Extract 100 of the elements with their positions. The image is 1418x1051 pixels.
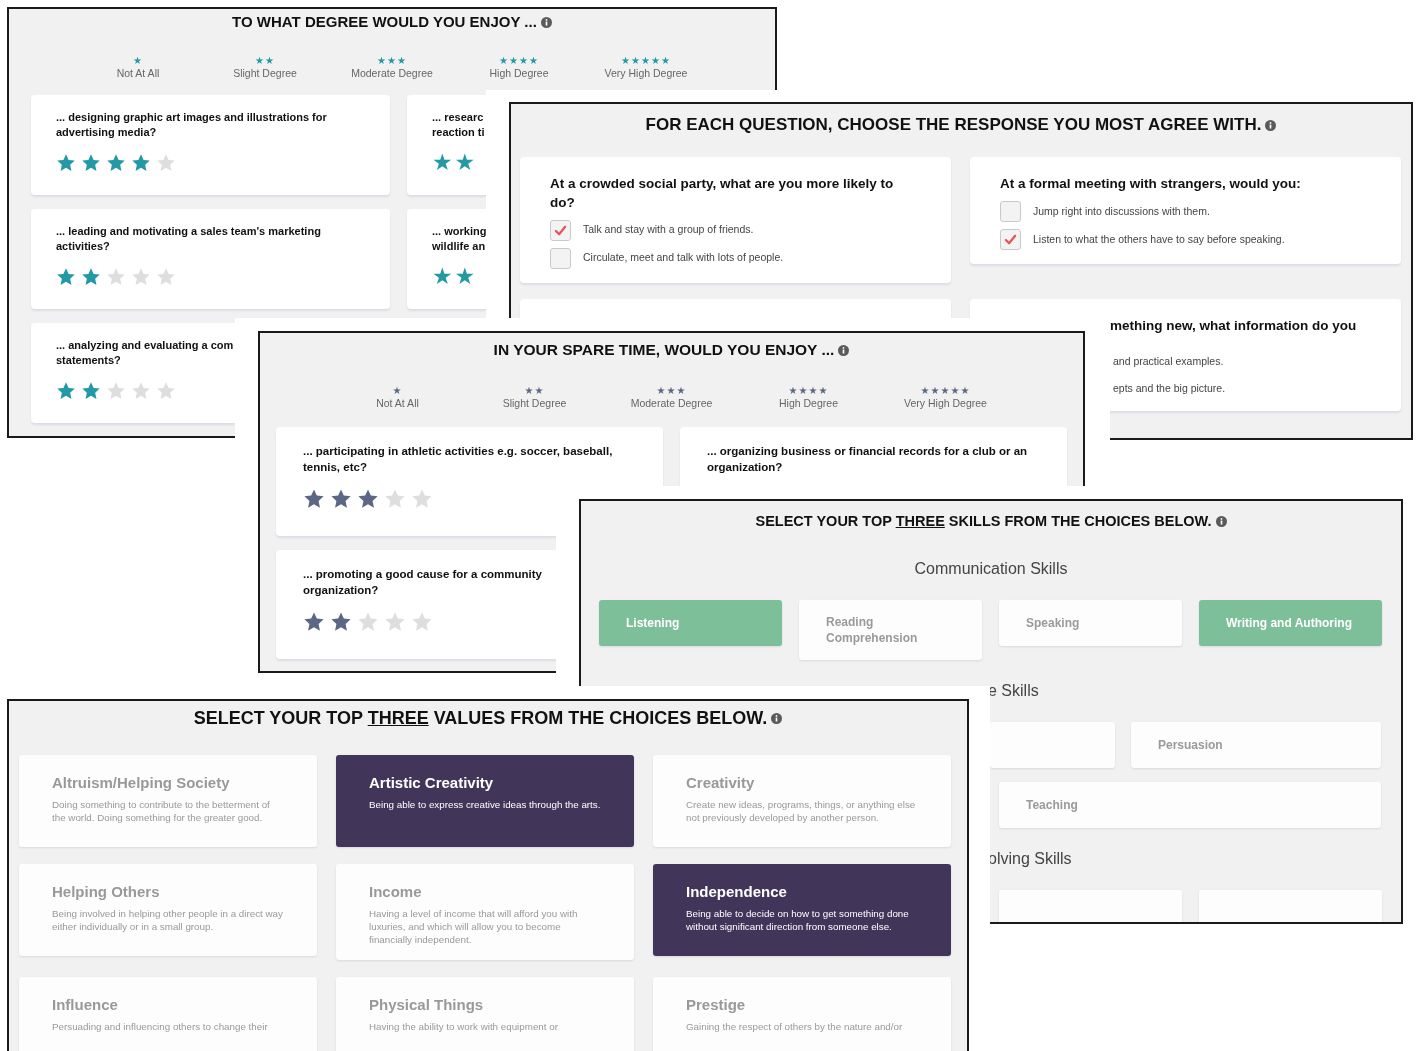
skill-button[interactable]: Writing and Authoring xyxy=(1199,600,1382,646)
scale-label: Very High Degree xyxy=(904,396,987,410)
value-card[interactable]: Artistic Creativity Being able to express creative ideas through the arts. xyxy=(336,755,634,847)
info-icon[interactable] xyxy=(838,344,850,356)
info-icon[interactable] xyxy=(1215,515,1227,527)
checkbox[interactable] xyxy=(1000,200,1021,222)
star-icon xyxy=(106,152,126,173)
skill-button[interactable]: Speaking xyxy=(999,600,1182,646)
value-title: Independence xyxy=(686,882,788,902)
star-icon xyxy=(81,380,101,401)
value-title: Income xyxy=(369,882,423,902)
star-icon xyxy=(131,152,151,173)
scale-stars: ★★ xyxy=(255,55,275,66)
scale-label: Not At All xyxy=(116,66,160,80)
value-card[interactable]: Helping Others Being involved in helping other people in a direct way either individually or in a small group. xyxy=(19,864,317,956)
scale-label: Very High Degree xyxy=(604,66,688,80)
value-title: Altruism/Helping Society xyxy=(52,773,231,793)
star-icon xyxy=(106,380,126,401)
value-title: Helping Others xyxy=(52,882,161,902)
value-description: Having the ability to work with equipment or xyxy=(369,1019,559,1033)
value-title: Artistic Creativity xyxy=(369,773,495,793)
scale-stars: ★ xyxy=(133,55,143,66)
value-card[interactable]: Physical Things Having the ability to work with equipment or xyxy=(336,977,634,1051)
value-description: Persuading and influencing others to change their xyxy=(52,1019,269,1033)
star-icon xyxy=(106,266,126,287)
value-card[interactable]: Altruism/Helping Society Doing something to contribute to the betterment of the world. Doing something for the greater good. xyxy=(19,755,317,847)
skill-button[interactable]: Listening xyxy=(599,600,782,646)
option-label: Circulate, meet and talk with lots of people. xyxy=(583,250,784,266)
question-text: ... organizing business or financial records for a club or an organization? xyxy=(707,444,1028,476)
panel-title: FOR EACH QUESTION, CHOOSE THE RESPONSE YOU MOST AGREE WITH. xyxy=(645,114,1262,136)
scale-stars: ★★★★ xyxy=(788,385,829,396)
info-icon[interactable] xyxy=(771,712,783,724)
star-rating: ★★ xyxy=(432,149,478,174)
star-icon xyxy=(156,152,176,173)
value-description: Being able to express creative ideas through the arts. xyxy=(369,797,601,811)
scale-stars: ★★★ xyxy=(377,55,407,66)
option-label: and practical examples. xyxy=(1113,353,1224,369)
value-title: Physical Things xyxy=(369,995,485,1015)
value-card[interactable]: Influence Persuading and influencing others to change their xyxy=(19,977,317,1051)
scale-stars: ★★★★★ xyxy=(621,55,671,66)
option-label: Jump right into discussions with them. xyxy=(1033,203,1210,219)
scale-stars: ★★★★ xyxy=(499,55,539,66)
star-icon xyxy=(81,152,101,173)
option-label: Listen to what the others have to say before speaking. xyxy=(1033,231,1285,247)
skill-button[interactable]: Reading Comprehension xyxy=(799,600,982,661)
option-label: Talk and stay with a group of friends. xyxy=(583,222,754,238)
value-title: Creativity xyxy=(686,773,756,793)
scale-stars: ★ xyxy=(392,385,403,396)
star-icon xyxy=(131,380,151,401)
star-icon xyxy=(156,380,176,401)
value-card[interactable]: Creativity Create new ideas, programs, things, or anything else not previously developed by another person. xyxy=(653,755,951,847)
star-rating[interactable] xyxy=(56,266,176,287)
value-description: Being involved in helping other people in a direct way either individually or in a small group. xyxy=(52,906,284,933)
value-card[interactable]: Independence Being able to decide on how to get something done without significant direction from someone else. xyxy=(653,864,951,956)
checkbox[interactable] xyxy=(1000,228,1021,250)
scale-label: Slight Degree xyxy=(233,66,297,80)
value-description: Gaining the respect of others by the nature and/or xyxy=(686,1019,904,1033)
question-text: ... working wildlife an xyxy=(432,224,487,255)
star-rating[interactable] xyxy=(56,152,176,173)
question-text: ... promoting a good cause for a community organization? xyxy=(303,567,542,599)
panel-title: IN YOUR SPARE TIME, WOULD YOU ENJOY ... xyxy=(493,340,835,360)
skill-button[interactable]: Teaching xyxy=(999,782,1381,829)
section-heading: Communication Skills xyxy=(913,559,1069,579)
value-title: Influence xyxy=(52,995,119,1015)
star-icon xyxy=(56,266,76,287)
scale-label: High Degree xyxy=(779,396,838,410)
question-text: At a formal meeting with strangers, would you: xyxy=(1000,175,1302,193)
value-description: Create new ideas, programs, things, or anything else not previously developed by another person. xyxy=(686,797,917,824)
question-text: At a crowded social party, what are you more likely to do? xyxy=(550,175,895,212)
panel-title: SELECT YOUR TOP THREE VALUES FROM THE CHOICES BELOW. xyxy=(193,707,768,729)
check-icon xyxy=(554,223,567,237)
value-card[interactable]: Income Having a level of income that will afford you with luxuries, and which will allow you to become financially independent. xyxy=(336,864,634,961)
scale-stars: ★★ xyxy=(524,385,545,396)
scale-stars: ★★★★★ xyxy=(920,385,971,396)
value-description: Having a level of income that will afford you with luxuries, and which will allow you to become financially independent. xyxy=(369,906,579,947)
question-text: mething new, what information do you xyxy=(1109,316,1358,335)
star-icon xyxy=(131,266,151,287)
skill-button[interactable]: Persuasion xyxy=(1131,722,1381,769)
scale-stars: ★★★ xyxy=(656,385,687,396)
checkbox[interactable] xyxy=(550,219,571,241)
panel-title: SELECT YOUR TOP THREE SKILLS FROM THE CHOICES BELOW. xyxy=(755,512,1212,531)
value-card[interactable]: Prestige Gaining the respect of others by the nature and/or xyxy=(653,977,951,1051)
question-text: ... participating in athletic activities e.g. soccer, baseball, tennis, etc? xyxy=(303,444,613,476)
section-heading: olving Skills xyxy=(987,849,1073,870)
value-description: Being able to decide on how to get something done without significant direction from someone else. xyxy=(686,906,910,933)
value-title: Prestige xyxy=(686,995,747,1015)
scale-label: Moderate Degree xyxy=(351,66,433,80)
option-label: epts and the big picture. xyxy=(1113,381,1226,397)
star-icon xyxy=(81,266,101,287)
question-text: ... researc reaction ti xyxy=(432,110,485,141)
checkbox[interactable] xyxy=(550,247,571,269)
info-icon[interactable] xyxy=(540,16,552,28)
check-icon xyxy=(1004,232,1017,246)
scale-label: Slight Degree xyxy=(502,396,567,410)
info-icon[interactable] xyxy=(1265,119,1277,131)
panel-title: TO WHAT DEGREE WOULD YOU ENJOY ... xyxy=(232,12,537,32)
star-icon xyxy=(156,266,176,287)
star-rating[interactable] xyxy=(56,380,176,401)
star-icon xyxy=(56,380,76,401)
star-rating: ★★ xyxy=(432,263,478,288)
